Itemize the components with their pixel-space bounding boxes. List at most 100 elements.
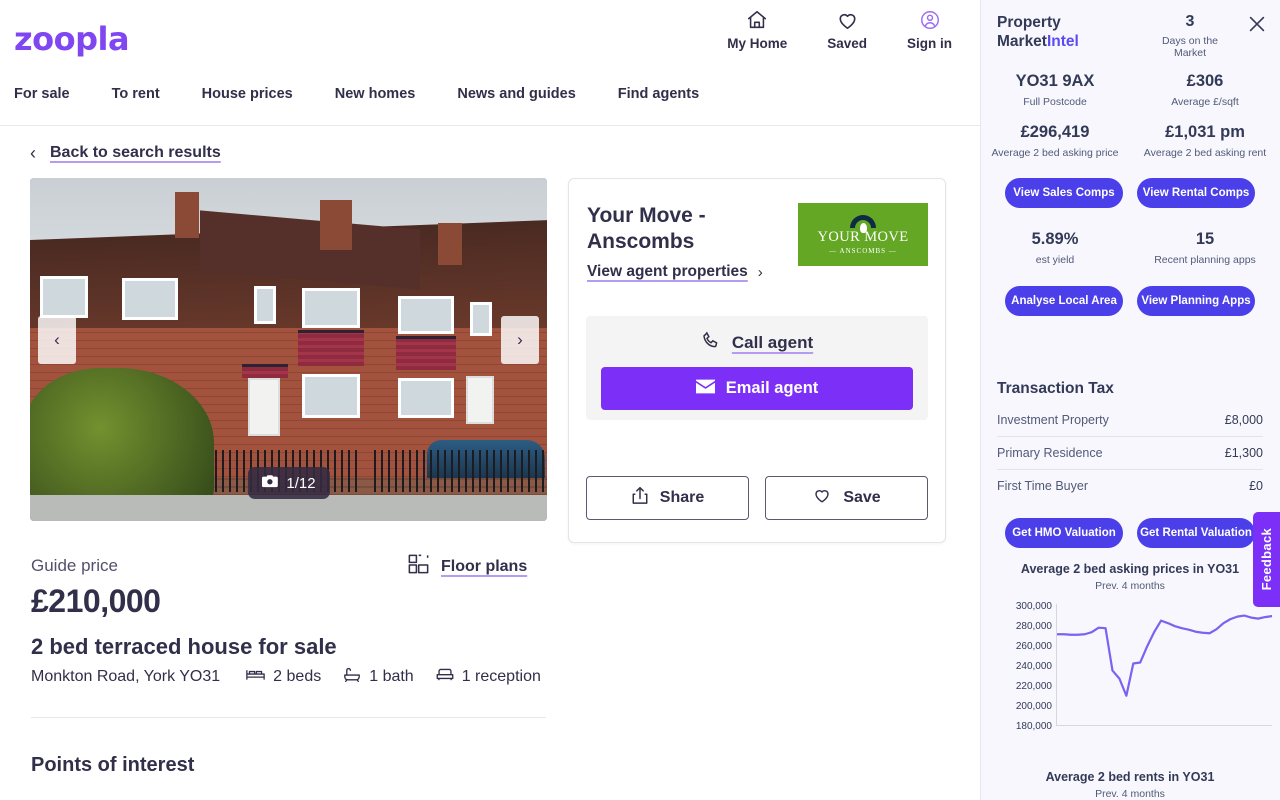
photo-awning: [298, 330, 364, 366]
share-icon: [631, 486, 649, 510]
agent-name: Your Move - Anscombs: [587, 204, 706, 254]
agent-logo: YOUR MOVE — ANSCOMBS —: [798, 203, 928, 266]
tax-row-amount: £1,300: [1224, 446, 1263, 460]
sidebar-title: Property MarketIntel: [997, 14, 1079, 51]
view-agent-properties-link[interactable]: View agent properties ›: [587, 263, 763, 281]
stat-row: YO31 9AX Full Postcode £306 Average £/sq…: [980, 72, 1280, 109]
contact-actions-box: Call agent Email agent: [586, 316, 928, 420]
feedback-tab[interactable]: Feedback: [1253, 512, 1280, 607]
site-header: zoopla My Home Saved Sign in For sale To…: [0, 0, 980, 126]
header-action-sign-in[interactable]: Sign in: [907, 8, 952, 51]
nav-item-news-and-guides[interactable]: News and guides: [457, 86, 575, 102]
sidebar-header: Property MarketIntel 3 Days on the Marke…: [980, 0, 1280, 62]
photo-fence: [374, 450, 547, 492]
photo-front-door: [248, 378, 280, 436]
share-button[interactable]: Share: [586, 476, 749, 520]
header-actions: My Home Saved Sign in: [727, 8, 952, 51]
chevron-right-icon: ›: [757, 263, 763, 281]
analyse-local-area-button[interactable]: Analyse Local Area: [1005, 285, 1123, 316]
view-planning-apps-button[interactable]: View Planning Apps: [1137, 285, 1255, 316]
days-on-market-label: Days on the Market: [1161, 35, 1219, 59]
stat-value: £306: [1186, 72, 1224, 90]
stat-avg-psqft: £306 Average £/sqft: [1130, 72, 1280, 109]
chart-area: 300,000 280,000 260,000 240,000 220,000 …: [980, 602, 1280, 732]
gallery-next-button[interactable]: ›: [501, 316, 539, 364]
call-agent-button[interactable]: Call agent: [586, 330, 928, 355]
get-hmo-valuation-button[interactable]: Get HMO Valuation: [1005, 518, 1123, 548]
header-action-saved[interactable]: Saved: [827, 8, 867, 51]
nav-item-house-prices[interactable]: House prices: [202, 86, 293, 102]
header-action-label: My Home: [727, 36, 788, 51]
tax-row-label: Primary Residence: [997, 446, 1103, 460]
tax-row-label: Investment Property: [997, 413, 1109, 427]
call-agent-label: Call agent: [731, 332, 814, 352]
sidebar-stats: YO31 9AX Full Postcode £306 Average £/sq…: [980, 72, 1280, 316]
envelope-icon: [695, 379, 715, 399]
chart-y-axis: 300,000 280,000 260,000 240,000 220,000 …: [990, 602, 1052, 732]
user-circle-icon: [919, 8, 941, 32]
table-row: Investment Property £8,000: [997, 404, 1263, 437]
photo-chimney: [438, 223, 462, 265]
receptions-info: 1 reception: [436, 667, 541, 687]
guide-price-label: Guide price: [31, 556, 118, 575]
floor-plans-link[interactable]: Floor plans: [408, 554, 527, 579]
stat-label: Average £/sqft: [1171, 96, 1239, 108]
stat-value: £1,031 pm: [1165, 123, 1245, 142]
y-tick: 260,000: [1015, 641, 1052, 652]
photo-window: [122, 278, 178, 320]
gallery-photo-counter[interactable]: 1/12: [247, 467, 330, 499]
chart-plot-area: [1056, 604, 1272, 726]
nav-item-for-sale[interactable]: For sale: [14, 86, 70, 102]
main-content-column: zoopla My Home Saved Sign in For sale To…: [0, 0, 980, 800]
days-on-market: 3 Days on the Market: [1155, 13, 1225, 59]
get-rental-valuation-button[interactable]: Get Rental Valuation: [1137, 518, 1255, 548]
stat-value: YO31 9AX: [1015, 72, 1095, 90]
photo-chimney: [175, 192, 199, 238]
page-root: zoopla My Home Saved Sign in For sale To…: [0, 0, 1280, 800]
photo-neighbour-door: [466, 376, 494, 424]
back-to-search-results[interactable]: ‹ Back to search results: [30, 144, 221, 162]
photo-chimney: [320, 200, 352, 250]
tax-row-amount: £8,000: [1224, 413, 1263, 427]
nav-item-find-agents[interactable]: Find agents: [618, 86, 699, 102]
gallery-prev-button[interactable]: ‹: [38, 316, 76, 364]
view-sales-comps-button[interactable]: View Sales Comps: [1005, 178, 1123, 209]
y-tick: 280,000: [1015, 621, 1052, 632]
email-agent-label: Email agent: [725, 379, 819, 397]
close-panel-button[interactable]: [1246, 13, 1268, 35]
floorplan-icon: [408, 554, 429, 579]
header-action-my-home[interactable]: My Home: [727, 8, 787, 51]
stat-value: 5.89%: [1031, 230, 1079, 249]
y-tick: 220,000: [1015, 681, 1052, 692]
y-tick: 180,000: [1015, 721, 1052, 732]
feedback-label: Feedback: [1259, 528, 1274, 591]
chevron-left-icon: ‹: [54, 330, 60, 349]
listing-address: Monkton Road, York YO31: [31, 668, 221, 685]
bath-icon: [343, 667, 361, 687]
heart-icon: [812, 486, 832, 510]
your-move-arch-icon: [850, 214, 876, 233]
photo-door-canopy: [242, 364, 288, 378]
divider: [31, 717, 546, 718]
tax-row-amount: £0: [1249, 479, 1263, 493]
nav-item-new-homes[interactable]: New homes: [335, 86, 416, 102]
photo-awning: [396, 336, 456, 370]
chart-line-svg: [1057, 604, 1272, 725]
stat-label: est yield: [1035, 254, 1075, 267]
photo-window: [470, 302, 492, 336]
agent-contact-card: Your Move - Anscombs View agent properti…: [568, 178, 946, 543]
email-agent-button[interactable]: Email agent: [601, 367, 913, 410]
nav-item-to-rent[interactable]: To rent: [112, 86, 160, 102]
days-on-market-value: 3: [1185, 13, 1195, 30]
stat-recent-planning-apps: 15 Recent planning apps: [1130, 230, 1280, 267]
view-rental-comps-button[interactable]: View Rental Comps: [1137, 178, 1255, 209]
stat-avg-asking-price: £296,419 Average 2 bed asking price: [980, 123, 1130, 160]
transaction-tax-table: Investment Property £8,000 Primary Resid…: [997, 404, 1263, 502]
photo-window: [302, 288, 360, 328]
property-image-gallery[interactable]: ‹ › 1/12: [30, 178, 547, 521]
photo-window: [40, 276, 88, 318]
valuation-buttons: Get HMO Valuation Get Rental Valuation: [980, 518, 1280, 548]
zoopla-logo[interactable]: zoopla: [14, 20, 130, 58]
save-button[interactable]: Save: [765, 476, 928, 520]
camera-icon: [261, 474, 278, 492]
